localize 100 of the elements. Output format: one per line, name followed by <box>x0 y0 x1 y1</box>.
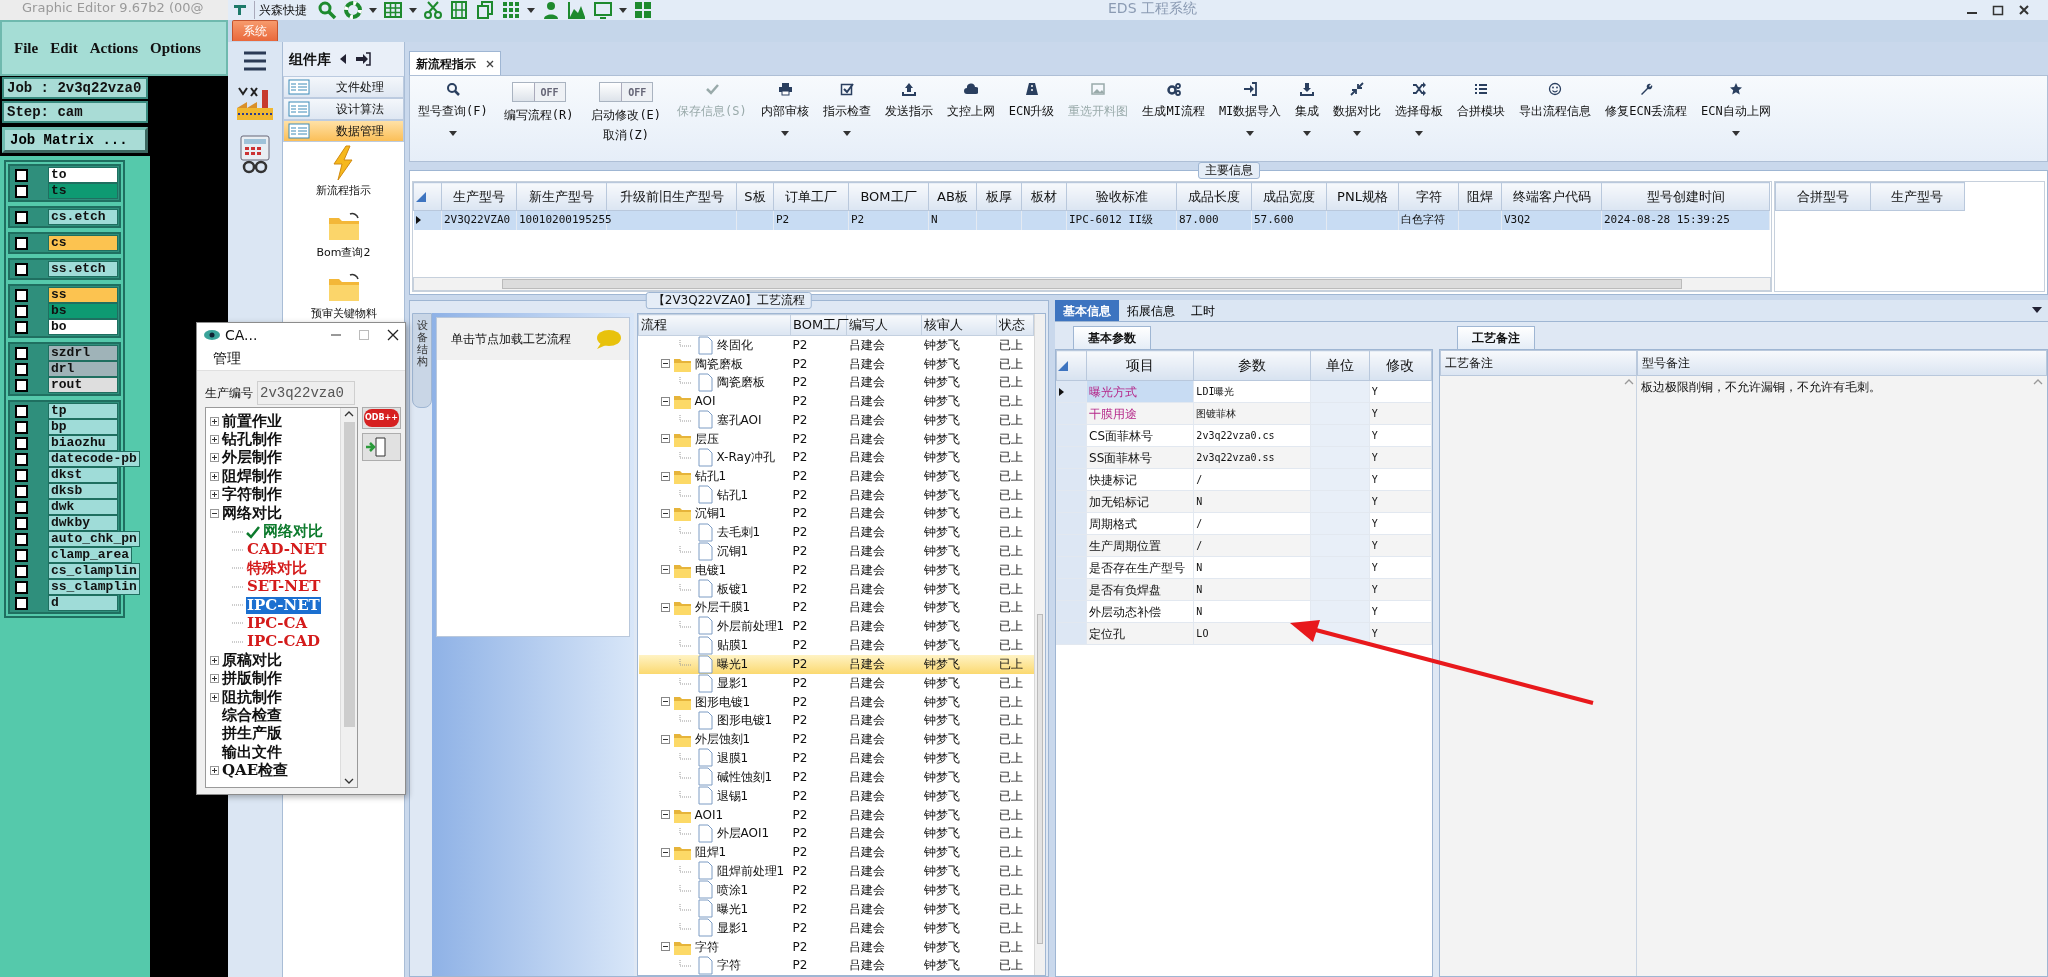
caret-icon[interactable] <box>842 130 851 136</box>
column-header[interactable]: 成品宽度 <box>1251 182 1327 211</box>
tree-item[interactable]: 前置作业 <box>221 412 283 430</box>
column-header[interactable]: 流程 <box>638 314 791 335</box>
grid-icon[interactable] <box>501 0 521 20</box>
odb-button[interactable]: ODB++ <box>362 407 401 429</box>
ribbon-button[interactable]: 内部审核 <box>756 82 813 144</box>
ribbon-button[interactable]: 发送指示 <box>880 82 937 144</box>
column-header[interactable]: 修改 <box>1369 350 1432 381</box>
collapse-icon[interactable] <box>660 396 670 406</box>
copy-icon[interactable] <box>475 0 495 20</box>
collapse-icon[interactable] <box>660 359 670 369</box>
tree-item[interactable]: CAD-NET <box>246 541 328 559</box>
checkbox[interactable] <box>15 168 28 182</box>
caret-icon[interactable] <box>1303 130 1312 136</box>
menu-item[interactable]: Options <box>150 36 201 60</box>
collapse-left-icon[interactable] <box>339 53 347 65</box>
exit-button[interactable] <box>362 433 401 461</box>
menu-item[interactable]: 管理 <box>213 348 241 369</box>
ribbon-button[interactable]: 型号查询(F) <box>414 82 492 144</box>
layer-name[interactable]: dwk <box>48 499 118 515</box>
expand-icon[interactable] <box>210 766 219 776</box>
ribbon-button[interactable]: 修复ECN丢流程 <box>1601 82 1692 144</box>
layer-name[interactable]: to <box>48 167 118 183</box>
column-header[interactable]: 状态 <box>996 314 1034 335</box>
tree-item[interactable]: 拼生产版 <box>221 725 283 743</box>
film-icon[interactable] <box>449 0 469 20</box>
checkbox[interactable] <box>15 346 28 360</box>
layer-name[interactable]: ss_clamplin <box>48 579 140 595</box>
layer-name[interactable]: datecode-pb <box>48 451 140 467</box>
close-icon[interactable] <box>2018 4 2030 16</box>
document-tab[interactable]: 新流程指示 <box>409 51 501 75</box>
column-header[interactable]: 核审人 <box>921 314 997 335</box>
column-header[interactable]: BOM工厂 <box>848 182 929 211</box>
layer-name[interactable]: drl <box>48 361 118 377</box>
tree-cell[interactable]: 终固化 <box>638 335 791 355</box>
caret-icon[interactable] <box>1246 130 1255 136</box>
menu-item[interactable]: File <box>14 36 39 60</box>
ribbon-button[interactable]: 数据对比 <box>1329 82 1386 144</box>
checkbox[interactable] <box>15 564 28 578</box>
search-icon[interactable] <box>317 0 337 20</box>
toggle-switch[interactable]: OFF <box>599 82 654 102</box>
panel-tab[interactable]: 工艺备注 <box>1457 326 1535 349</box>
close-icon[interactable] <box>486 59 494 68</box>
panel-tab[interactable]: 基本参数 <box>1073 326 1151 349</box>
job-number-field[interactable]: 2v3q22vza0 <box>257 381 355 405</box>
scroll-down-icon[interactable] <box>344 777 355 785</box>
dropdown-icon[interactable] <box>2032 307 2042 313</box>
side-tab[interactable]: 设备结构 <box>412 313 432 408</box>
caret-icon[interactable] <box>1353 130 1362 136</box>
tree-item[interactable]: SET-NET <box>246 578 322 596</box>
job-matrix-button[interactable]: Job Matrix ... <box>2 127 148 153</box>
checkbox[interactable] <box>15 378 28 392</box>
expand-icon[interactable] <box>210 490 219 500</box>
tree-item[interactable]: 综合检查 <box>221 706 283 724</box>
ribbon-button[interactable]: 指示检查 <box>818 82 875 144</box>
category-item[interactable]: 文件处理 <box>283 76 404 98</box>
expand-icon[interactable] <box>210 453 219 463</box>
collapse-icon[interactable] <box>660 602 670 612</box>
checkbox[interactable] <box>15 304 28 318</box>
collapse-icon[interactable] <box>660 434 670 444</box>
checkbox[interactable] <box>15 404 28 418</box>
layer-name[interactable]: ss.etch <box>48 261 118 277</box>
expand-icon[interactable] <box>210 655 219 665</box>
column-header[interactable]: 项目 <box>1086 350 1194 381</box>
column-header[interactable]: 阻焊 <box>1458 182 1502 211</box>
expand-icon[interactable] <box>210 674 219 684</box>
tree-item[interactable]: 原稿对比 <box>221 651 283 669</box>
checkbox[interactable] <box>15 452 28 466</box>
category-item[interactable]: 数据管理 <box>283 120 404 142</box>
collapse-icon[interactable] <box>660 810 670 820</box>
tree-item[interactable]: IPC-CAD <box>246 633 322 651</box>
checkbox[interactable] <box>15 500 28 514</box>
column-header[interactable]: PNL规格 <box>1326 182 1399 211</box>
layer-name[interactable]: dwkby <box>48 515 118 531</box>
table-row[interactable]: 2V3Q22VZA0 10010200195255 P2 P2 N IPC-6012 II级 87.000 57.600 白色字符 V3Q2 2024-08-28 15:39:25 <box>413 210 1770 230</box>
layer-name[interactable]: d <box>48 595 118 611</box>
tree-item[interactable]: 字符制作 <box>221 486 283 504</box>
menu-item[interactable]: Edit <box>50 36 78 60</box>
chart-icon[interactable] <box>567 0 587 20</box>
caret-icon[interactable] <box>527 7 535 13</box>
checkbox[interactable] <box>15 580 28 594</box>
restore-icon[interactable] <box>1992 4 2004 16</box>
menu-icon[interactable] <box>242 50 268 72</box>
toggle-switch[interactable]: OFF <box>511 82 566 102</box>
column-header[interactable]: 新生产型号 <box>516 182 607 211</box>
caret-icon[interactable] <box>1731 130 1740 136</box>
layer-name[interactable]: dkst <box>48 467 118 483</box>
checkbox[interactable] <box>15 436 28 450</box>
column-header[interactable]: 终端客户代码 <box>1501 182 1602 211</box>
ribbon-button[interactable]: MI数据导入 <box>1214 82 1286 144</box>
column-header[interactable]: S板 <box>736 182 774 211</box>
category-item[interactable]: 设计算法 <box>283 98 404 120</box>
tab[interactable]: 工时 <box>1183 300 1223 321</box>
tool-item[interactable]: 新流程指示 <box>283 142 404 204</box>
tab[interactable]: 拓展信息 <box>1119 300 1183 321</box>
column-header[interactable]: 参数 <box>1193 350 1311 381</box>
layer-name[interactable]: bp <box>48 419 118 435</box>
tree-item[interactable]: 外层制作 <box>221 449 283 467</box>
ribbon-button[interactable]: 导出流程信息 <box>1515 82 1596 144</box>
